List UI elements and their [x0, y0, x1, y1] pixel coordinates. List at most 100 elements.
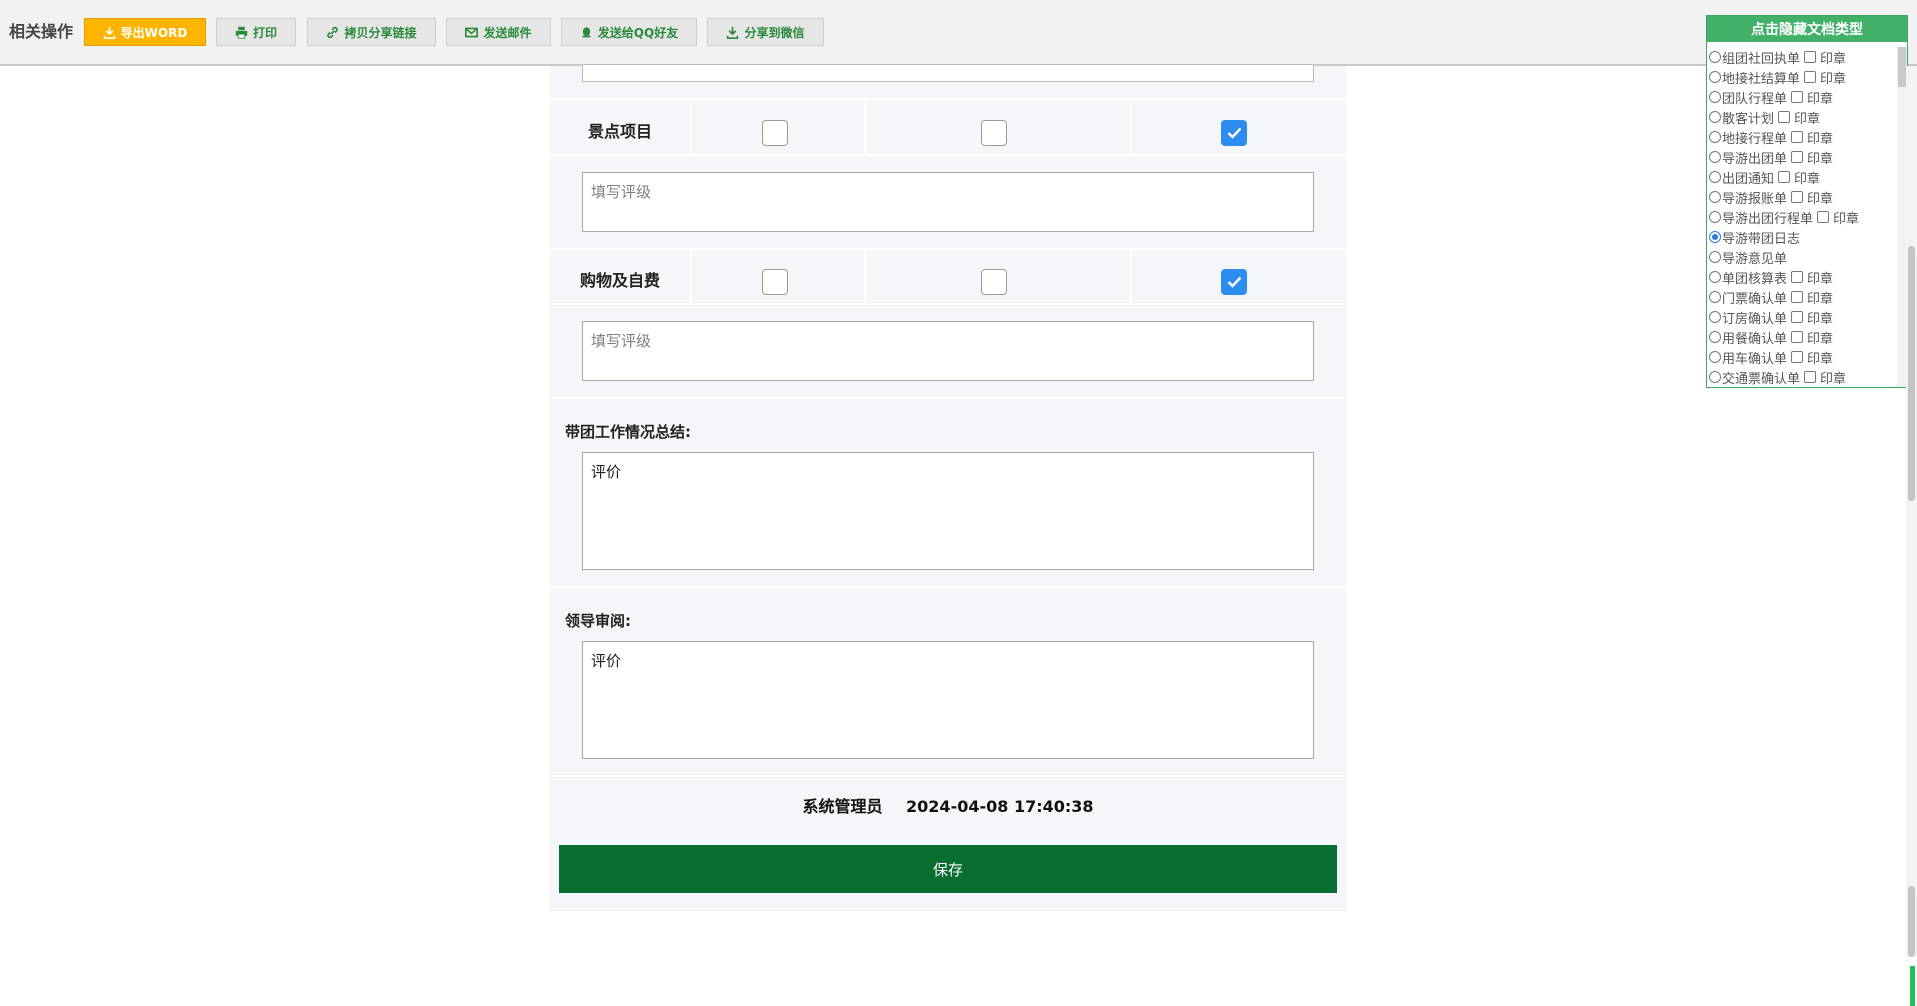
- doc-type-radio[interactable]: [1709, 71, 1721, 83]
- doc-type-item[interactable]: 导游报账单 印章: [1709, 187, 1905, 207]
- stamp-checkbox[interactable]: [1791, 191, 1804, 203]
- stamp-label: 印章: [1820, 51, 1847, 67]
- stamp-checkbox[interactable]: [1791, 131, 1804, 143]
- stamp-checkbox[interactable]: [1791, 331, 1804, 343]
- doc-type-item[interactable]: 用车确认单 印章: [1709, 347, 1905, 367]
- scroll-accent: [1910, 966, 1915, 1006]
- page-scrollbar[interactable]: [1906, 66, 1917, 1006]
- stamp-checkbox[interactable]: [1778, 111, 1791, 123]
- doc-type-label: 用餐确认单: [1722, 331, 1788, 347]
- summary-textarea[interactable]: 评价: [582, 452, 1314, 570]
- stamp-checkbox[interactable]: [1817, 211, 1830, 223]
- doc-type-item[interactable]: 散客计划 印章: [1709, 107, 1905, 127]
- doc-type-radio[interactable]: [1709, 311, 1721, 323]
- toolbar-title: 相关操作: [9, 22, 74, 41]
- scenic-check-1[interactable]: [762, 120, 788, 146]
- scenic-rating-input[interactable]: 填写评级: [582, 172, 1314, 232]
- download-icon: [727, 26, 739, 39]
- doc-type-item[interactable]: 用餐确认单 印章: [1709, 327, 1905, 347]
- doc-type-label: 团队行程单: [1722, 91, 1788, 107]
- stamp-label: 印章: [1794, 171, 1821, 187]
- review-label: 领导审阅:: [565, 612, 631, 630]
- save-button[interactable]: 保存: [559, 845, 1337, 893]
- doc-type-item[interactable]: 地接社结算单 印章: [1709, 67, 1905, 87]
- stamp-checkbox[interactable]: [1791, 151, 1804, 163]
- doc-type-radio[interactable]: [1709, 271, 1721, 283]
- send-email-button[interactable]: 发送邮件: [446, 18, 551, 46]
- doc-type-item[interactable]: 团队行程单 印章: [1709, 87, 1905, 107]
- column-divider: [690, 100, 692, 154]
- scenic-item-label: 景点项目: [588, 122, 653, 141]
- review-textarea[interactable]: 评价: [582, 641, 1314, 759]
- link-icon: [327, 26, 339, 38]
- send-email-label: 发送邮件: [483, 25, 532, 40]
- stamp-label: 印章: [1807, 331, 1834, 347]
- print-label: 打印: [252, 25, 277, 40]
- doc-type-radio[interactable]: [1709, 151, 1721, 163]
- doc-type-item[interactable]: 出团通知 印章: [1709, 167, 1905, 187]
- doc-type-radio[interactable]: [1709, 351, 1721, 363]
- page-scrollbar-thumb[interactable]: [1908, 246, 1915, 501]
- doc-type-item[interactable]: 地接行程单 印章: [1709, 127, 1905, 147]
- previous-rating-field[interactable]: [582, 64, 1314, 82]
- share-wechat-button[interactable]: 分享到微信: [707, 18, 824, 46]
- panel-scrollbar-thumb[interactable]: [1898, 47, 1906, 87]
- print-button[interactable]: 打印: [216, 18, 296, 46]
- stamp-checkbox[interactable]: [1791, 291, 1804, 303]
- doc-type-item[interactable]: 门票确认单 印章: [1709, 287, 1905, 307]
- scenic-check-2[interactable]: [981, 120, 1007, 146]
- stamp-label: 印章: [1807, 191, 1834, 207]
- doc-type-radio[interactable]: [1709, 371, 1721, 383]
- doc-type-radio[interactable]: [1709, 111, 1721, 123]
- summary-label: 带团工作情况总结:: [565, 423, 691, 441]
- send-qq-button[interactable]: 发送给QQ好友: [561, 18, 697, 46]
- stamp-label: 印章: [1807, 291, 1834, 307]
- doc-type-radio[interactable]: [1709, 331, 1721, 343]
- doc-type-item[interactable]: 导游出团单 印章: [1709, 147, 1905, 167]
- doc-type-radio[interactable]: [1709, 211, 1721, 223]
- doc-type-item[interactable]: 订房确认单 印章: [1709, 307, 1905, 327]
- doc-type-radio[interactable]: [1709, 91, 1721, 103]
- doc-type-item[interactable]: 单团核算表 印章: [1709, 267, 1905, 287]
- stamp-checkbox[interactable]: [1778, 171, 1791, 183]
- stamp-label: 印章: [1807, 271, 1834, 287]
- column-divider: [864, 250, 866, 303]
- stamp-label: 印章: [1807, 351, 1834, 367]
- doc-type-label: 导游报账单: [1722, 191, 1788, 207]
- stamp-checkbox[interactable]: [1804, 371, 1817, 383]
- doc-type-label: 交通票确认单: [1722, 371, 1801, 387]
- scenic-check-3[interactable]: [1221, 120, 1247, 146]
- doc-type-item[interactable]: 导游意见单: [1709, 247, 1905, 267]
- doc-type-label: 地接行程单: [1722, 131, 1788, 147]
- shopping-check-3[interactable]: [1221, 269, 1247, 295]
- doc-type-radio[interactable]: [1709, 171, 1721, 183]
- doc-type-radio[interactable]: [1709, 291, 1721, 303]
- doc-type-label: 用车确认单: [1722, 351, 1788, 367]
- doc-type-item[interactable]: 导游带团日志: [1709, 227, 1905, 247]
- shopping-rating-input[interactable]: 填写评级: [582, 321, 1314, 381]
- doc-type-radio[interactable]: [1709, 131, 1721, 143]
- stamp-label: 印章: [1807, 91, 1834, 107]
- doc-type-radio[interactable]: [1709, 231, 1721, 243]
- doc-type-radio[interactable]: [1709, 251, 1721, 263]
- export-word-button[interactable]: 导出WORD: [84, 18, 206, 46]
- stamp-checkbox[interactable]: [1791, 271, 1804, 283]
- shopping-check-2[interactable]: [981, 269, 1007, 295]
- doc-type-item[interactable]: 导游出团行程单 印章: [1709, 207, 1905, 227]
- stamp-label: 印章: [1820, 371, 1847, 387]
- stamp-checkbox[interactable]: [1791, 91, 1804, 103]
- stamp-checkbox[interactable]: [1791, 351, 1804, 363]
- doc-type-item[interactable]: 组团社回执单 印章: [1709, 47, 1905, 67]
- doc-type-radio[interactable]: [1709, 191, 1721, 203]
- stamp-checkbox[interactable]: [1804, 71, 1817, 83]
- copy-share-link-button[interactable]: 拷贝分享链接: [307, 18, 436, 46]
- send-qq-label: 发送给QQ好友: [597, 25, 679, 40]
- record-datetime: 2024-04-08 17:40:38: [906, 797, 1094, 816]
- shopping-check-1[interactable]: [762, 269, 788, 295]
- stamp-checkbox[interactable]: [1804, 51, 1817, 63]
- doc-type-item[interactable]: 交通票确认单 印章: [1709, 367, 1905, 387]
- doc-type-radio[interactable]: [1709, 51, 1721, 63]
- stamp-checkbox[interactable]: [1791, 311, 1804, 323]
- hide-doc-type-toggle[interactable]: 点击隐藏文档类型: [1707, 16, 1907, 42]
- stamp-label: 印章: [1807, 311, 1834, 327]
